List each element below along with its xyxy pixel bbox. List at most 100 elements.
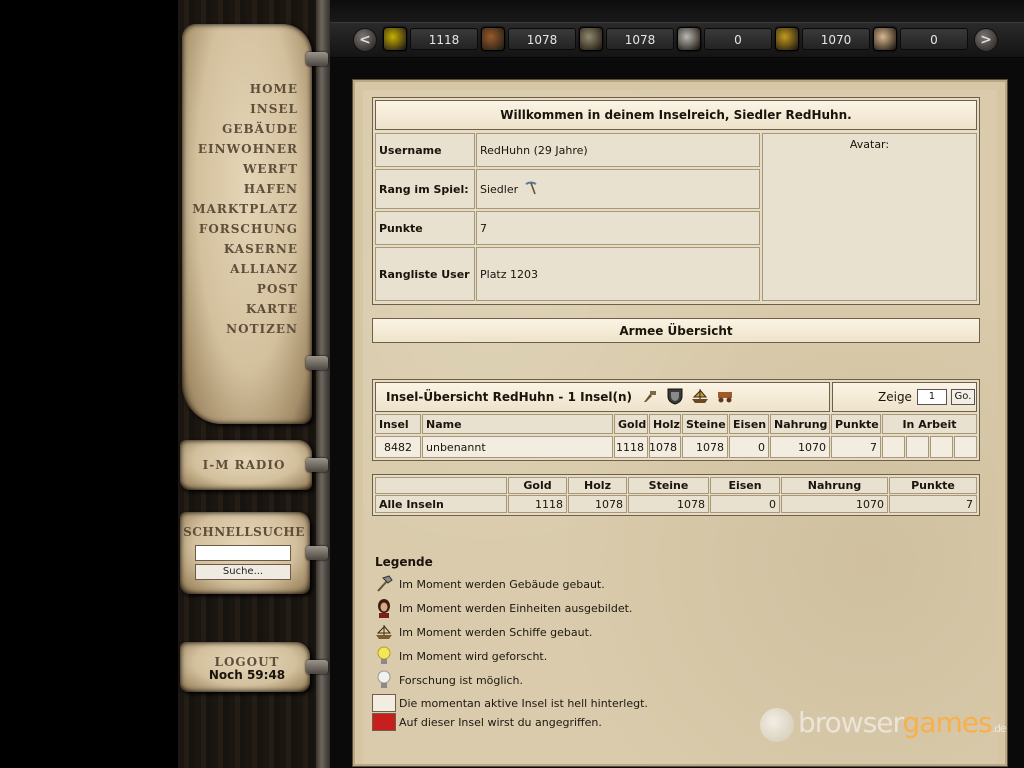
show-label: Zeige	[878, 390, 912, 404]
population-value: 0	[900, 28, 968, 50]
nav-item-insel[interactable]: INSEL	[182, 100, 298, 120]
totals-steine: 1078	[628, 495, 709, 513]
col-holz: Holz	[649, 414, 681, 434]
pickaxe-icon	[524, 181, 538, 198]
ship-icon	[690, 387, 710, 408]
col-in-arbeit: In Arbeit	[882, 414, 977, 434]
ship-icon	[372, 622, 396, 642]
col-steine: Steine	[682, 414, 728, 434]
username-value: RedHuhn (29 Jahre)	[476, 133, 760, 167]
island-steine: 1078	[682, 436, 728, 458]
col-gold: Gold	[614, 414, 648, 434]
island-id[interactable]: 8482	[375, 436, 421, 458]
hammer-icon	[372, 574, 396, 594]
build-icon	[642, 388, 660, 407]
nav-item-werft[interactable]: WERFT	[182, 160, 298, 180]
resource-next-arrow[interactable]: >	[974, 28, 998, 52]
go-button[interactable]: Go.	[950, 389, 975, 405]
bolt-decoration	[306, 52, 328, 66]
legend-item: Im Moment werden Einheiten ausgebildet.	[372, 597, 632, 619]
food-icon	[775, 27, 799, 51]
nav-item-hafen[interactable]: HAFEN	[182, 180, 298, 200]
person-icon	[372, 598, 396, 618]
quicksearch-input[interactable]	[195, 545, 291, 561]
shield-icon	[666, 387, 684, 408]
work-slot	[954, 436, 977, 458]
island-eisen: 0	[729, 436, 769, 458]
nav-item-forschung[interactable]: FORSCHUNG	[182, 220, 298, 240]
totals-row-label: Alle Inseln	[375, 495, 507, 513]
watermark-tld: .de	[991, 722, 1007, 735]
nav-item-gebaeude[interactable]: GEBÄUDE	[182, 120, 298, 140]
island-gold: 1118	[614, 436, 648, 458]
nav-item-kaserne[interactable]: KASERNE	[182, 240, 298, 260]
avatar-box: Avatar:	[762, 133, 977, 301]
legend-item: Auf dieser Insel wirst du angegriffen.	[372, 711, 602, 733]
totals-punkte: 7	[889, 495, 977, 513]
watermark-accent: games	[902, 706, 993, 739]
work-slot	[882, 436, 905, 458]
points-label: Punkte	[375, 211, 475, 245]
main-navigation: HOME INSEL GEBÄUDE EINWOHNER WERFT HAFEN…	[182, 80, 298, 340]
quicksearch-title: SCHNELLSUCHE	[183, 525, 305, 539]
col-name: Name	[422, 414, 613, 434]
col-eisen: Eisen	[729, 414, 769, 434]
active-island-swatch	[372, 694, 396, 712]
bolt-decoration	[306, 546, 328, 560]
avatar-label: Avatar:	[849, 138, 890, 151]
legend-item: Im Moment wird geforscht.	[372, 645, 547, 667]
stone-value: 1078	[606, 28, 674, 50]
legend-text: Im Moment werden Schiffe gebaut.	[399, 625, 593, 639]
rank-label: Rang im Spiel:	[375, 169, 475, 209]
totals-col-eisen: Eisen	[710, 477, 780, 494]
col-nahrung: Nahrung	[770, 414, 830, 434]
ranking-value: Platz 1203	[476, 247, 760, 301]
watermark: browsergames.de	[798, 706, 1007, 739]
island-overview-title: Insel-Übersicht RedHuhn - 1 Insel(n)	[386, 390, 633, 404]
rank-value: Siedler	[480, 182, 519, 196]
totals-nahrung: 1070	[781, 495, 888, 513]
gold-icon	[383, 27, 407, 51]
stone-icon	[579, 27, 603, 51]
gold-value: 1118	[410, 28, 478, 50]
show-input[interactable]: 1	[916, 389, 947, 405]
island-overview-header: Insel-Übersicht RedHuhn - 1 Insel(n)	[375, 382, 830, 412]
radio-button[interactable]: I-M RADIO	[182, 458, 306, 472]
legend-text: Im Moment werden Einheiten ausgebildet.	[399, 601, 633, 615]
iron-value: 0	[704, 28, 772, 50]
totals-col-nahrung: Nahrung	[781, 477, 888, 494]
quicksearch-button[interactable]: Suche...	[195, 564, 291, 580]
nav-item-marktplatz[interactable]: MARKTPLATZ	[182, 200, 298, 220]
totals-col-punkte: Punkte	[889, 477, 977, 494]
nav-item-karte[interactable]: KARTE	[182, 300, 298, 320]
army-overview-button[interactable]: Armee Übersicht	[372, 318, 980, 343]
lightbulb-off-icon	[372, 670, 396, 690]
welcome-title: Willkommen in deinem Inselreich, Siedler…	[375, 100, 977, 130]
legend-item: Im Moment werden Gebäude gebaut.	[372, 573, 605, 595]
attacked-island-swatch	[372, 713, 396, 731]
ranking-label: Rangliste User	[375, 247, 475, 301]
legend-title: Legende	[375, 555, 433, 569]
work-slot	[906, 436, 929, 458]
nav-item-home[interactable]: HOME	[182, 80, 298, 100]
totals-corner	[375, 477, 507, 494]
nav-item-notizen[interactable]: NOTIZEN	[182, 320, 298, 340]
work-slot	[930, 436, 953, 458]
island-name[interactable]: unbenannt	[422, 436, 613, 458]
resource-prev-arrow[interactable]: <	[353, 28, 377, 52]
legend-text: Auf dieser Insel wirst du angegriffen.	[399, 715, 602, 729]
nav-item-post[interactable]: POST	[182, 280, 298, 300]
totals-col-holz: Holz	[568, 477, 627, 494]
legend-text: Die momentan aktive Insel ist hell hinte…	[399, 696, 648, 710]
nav-item-einwohner[interactable]: EINWOHNER	[182, 140, 298, 160]
legend-item: Im Moment werden Schiffe gebaut.	[372, 621, 592, 643]
rank-cell: Siedler	[476, 169, 760, 209]
nav-item-allianz[interactable]: ALLIANZ	[182, 260, 298, 280]
totals-col-steine: Steine	[628, 477, 709, 494]
logout-button[interactable]: LOGOUT	[182, 655, 312, 669]
island-holz: 1078	[649, 436, 681, 458]
food-value: 1070	[802, 28, 870, 50]
show-control: Zeige 1 Go.	[832, 382, 977, 412]
col-punkte: Punkte	[831, 414, 881, 434]
island-punkte: 7	[831, 436, 881, 458]
